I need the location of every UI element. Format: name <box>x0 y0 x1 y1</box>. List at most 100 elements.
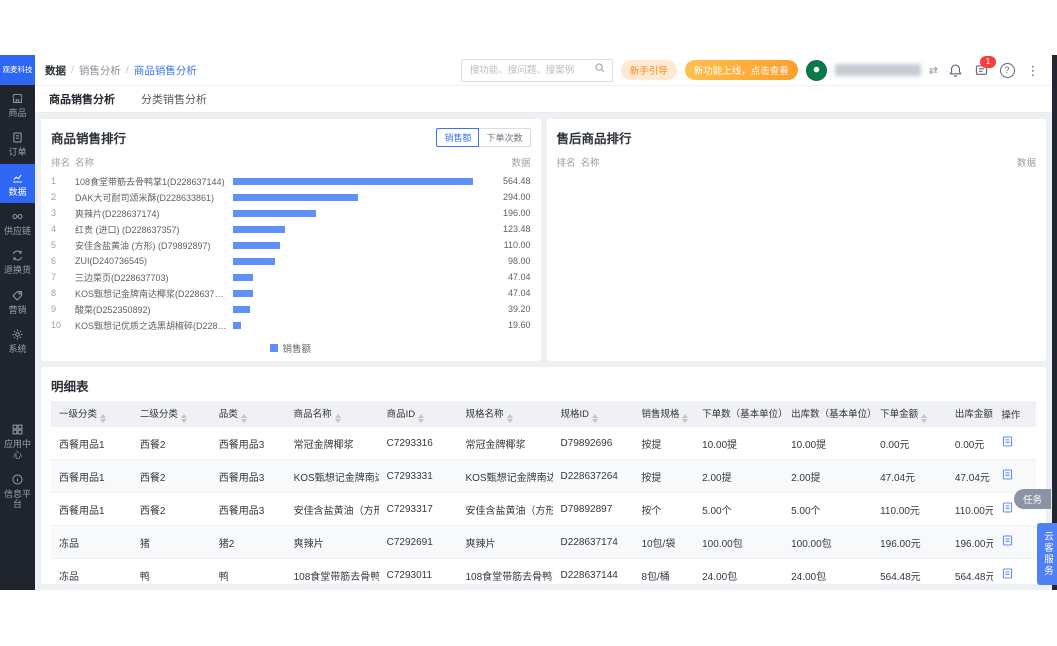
rank-number: 10 <box>51 320 62 330</box>
column-header-2[interactable]: 二级分类 <box>131 401 211 427</box>
detail-header-row: 一级分类 二级分类 品类 商品名称 商品ID 规格名称 规格ID 销售规格 下单数（基本单位）出… <box>51 401 1036 427</box>
rank-product-name: KOS甄想记优质之选黑胡椒碎(D228634296) <box>75 320 227 331</box>
sales-bar[interactable] <box>233 305 250 313</box>
table-cell: 108食堂带筋去骨鸭掌 <box>285 558 379 584</box>
sidebar-item-returns[interactable]: 退换货 <box>0 242 35 281</box>
rank-row: 4 红贵 (进口) (D228637357) 123.48 <box>41 221 541 237</box>
sales-bar[interactable] <box>233 193 358 201</box>
sales-bar[interactable] <box>233 321 242 329</box>
sidebar-item-goods[interactable]: 商品 <box>0 85 35 124</box>
view-detail-icon[interactable] <box>1001 534 1014 547</box>
task-float-button[interactable]: 任务 <box>1013 489 1051 509</box>
sales-value: 294.00 <box>502 192 531 202</box>
column-header-3[interactable]: 品类 <box>210 401 286 427</box>
supply-icon <box>11 210 24 223</box>
sales-bar[interactable] <box>233 177 473 185</box>
sidebar-item-orders[interactable]: 订单 <box>0 124 35 163</box>
table-cell: 西餐用品3 <box>210 427 286 460</box>
notification-bell-icon[interactable] <box>946 61 964 79</box>
view-detail-icon[interactable] <box>1001 501 1014 514</box>
sidebar-item-supply-chain[interactable]: 供应链 <box>0 203 35 242</box>
sales-bar[interactable] <box>233 241 280 249</box>
sort-icon[interactable] <box>180 413 187 423</box>
view-detail-icon[interactable] <box>1001 567 1014 580</box>
global-search-box[interactable] <box>460 58 613 82</box>
table-cell: 冻品 <box>51 525 132 559</box>
sort-icon[interactable] <box>506 413 513 423</box>
sort-icon[interactable] <box>921 413 928 423</box>
toggle-order-count[interactable]: 下单次数 <box>479 128 531 147</box>
sort-icon[interactable] <box>592 413 599 423</box>
avatar[interactable] <box>805 59 827 81</box>
switch-account-icon[interactable]: ⇄ <box>929 64 938 77</box>
sort-icon[interactable] <box>240 413 247 423</box>
operation-cell <box>993 558 1036 584</box>
beginner-guide-button[interactable]: 新手引导 <box>620 60 677 80</box>
tab-category-sales-analysis[interactable]: 分类销售分析 <box>141 91 207 107</box>
column-header-9[interactable]: 下单数（基本单位） <box>694 401 784 427</box>
table-cell: 西餐2 <box>131 427 211 460</box>
toggle-sales-amount[interactable]: 销售额 <box>436 128 480 147</box>
sort-icon[interactable] <box>334 413 341 423</box>
table-cell: D79892897 <box>552 492 634 526</box>
column-header-10[interactable]: 出库数（基本单位） <box>783 401 873 427</box>
table-cell: 108食堂带筋去骨鸭掌1 <box>457 558 553 584</box>
search-input[interactable] <box>467 63 590 77</box>
column-header-11[interactable]: 下单金额 <box>872 401 947 427</box>
bar-track <box>233 225 473 233</box>
sales-bar[interactable] <box>233 225 286 233</box>
operation-cell <box>993 525 1036 559</box>
bar-track <box>233 321 473 329</box>
rank-row: 2 DAK大可耐司颂米酥(D228633861) 294.00 <box>41 189 541 205</box>
sales-bar[interactable] <box>233 273 253 281</box>
column-header-5[interactable]: 商品ID <box>378 401 458 427</box>
sort-icon[interactable] <box>682 413 689 423</box>
table-cell: 47.04元 <box>872 459 947 493</box>
legend-swatch <box>270 344 279 352</box>
column-header-13: 操作 <box>993 401 1036 427</box>
column-header-7[interactable]: 规格ID <box>552 401 634 427</box>
chart-icon <box>11 171 24 184</box>
sidebar-item-data[interactable]: 数据 <box>0 163 35 204</box>
after-sale-rank-card: 售后商品排行 排名 名称 数据 <box>546 119 1046 361</box>
breadcrumb-sales-analysis[interactable]: 销售分析 <box>79 63 121 78</box>
tab-product-sales-analysis[interactable]: 商品销售分析 <box>49 91 115 107</box>
new-feature-banner-button[interactable]: 新功能上线，点击查看 <box>684 60 798 80</box>
breadcrumb-data[interactable]: 数据 <box>45 63 66 78</box>
sidebar-item-marketing[interactable]: 营销 <box>0 282 35 321</box>
table-cell: 2.00提 <box>694 459 784 493</box>
bar-track <box>233 289 473 297</box>
rank-number: 9 <box>51 304 57 314</box>
table-cell: 西餐2 <box>131 492 211 526</box>
sales-bar[interactable] <box>233 209 317 217</box>
column-header-12[interactable]: 出库金额 <box>946 401 994 427</box>
view-detail-icon[interactable] <box>1001 435 1014 448</box>
sidebar-item-info-platform[interactable]: 信息平台 <box>0 466 35 516</box>
column-header-4[interactable]: 商品名称 <box>285 401 379 427</box>
sort-icon[interactable] <box>418 413 425 423</box>
sidebar-item-app-center[interactable]: 应用中心 <box>0 416 35 466</box>
message-icon[interactable]: 1 <box>972 56 996 79</box>
table-cell: C7293011 <box>378 558 458 584</box>
rank-row: 7 三边菜页(D228637703) 47.04 <box>41 269 541 285</box>
column-header-1[interactable]: 一级分类 <box>51 401 132 427</box>
more-menu-icon[interactable]: ⋮ <box>1024 61 1042 79</box>
column-header-6[interactable]: 规格名称 <box>457 401 553 427</box>
table-cell: 564.48元 <box>946 558 994 584</box>
sales-bar[interactable] <box>233 289 253 297</box>
view-detail-icon[interactable] <box>1001 468 1014 481</box>
table-cell: 100.00包 <box>783 525 873 559</box>
column-header-8[interactable]: 销售规格 <box>633 401 695 427</box>
sales-bar[interactable] <box>233 257 275 265</box>
main-area: 数据 销售分析 商品销售分析 新手引导 新功能上线，点击查看 ⇄ <box>35 55 1052 590</box>
table-cell: 47.04元 <box>946 459 994 493</box>
help-icon[interactable]: ? <box>998 61 1016 79</box>
search-icon[interactable] <box>594 61 606 79</box>
breadcrumb: 数据 销售分析 商品销售分析 <box>45 63 197 78</box>
rank-product-name: 108食堂带筋去骨鸭掌1(D228637144) <box>75 176 225 187</box>
cloud-service-float-button[interactable]: 云客服务 <box>1037 523 1057 585</box>
sidebar-item-system[interactable]: 系统 <box>0 321 35 360</box>
sort-icon[interactable] <box>100 413 107 423</box>
notification-badge: 1 <box>980 56 996 68</box>
